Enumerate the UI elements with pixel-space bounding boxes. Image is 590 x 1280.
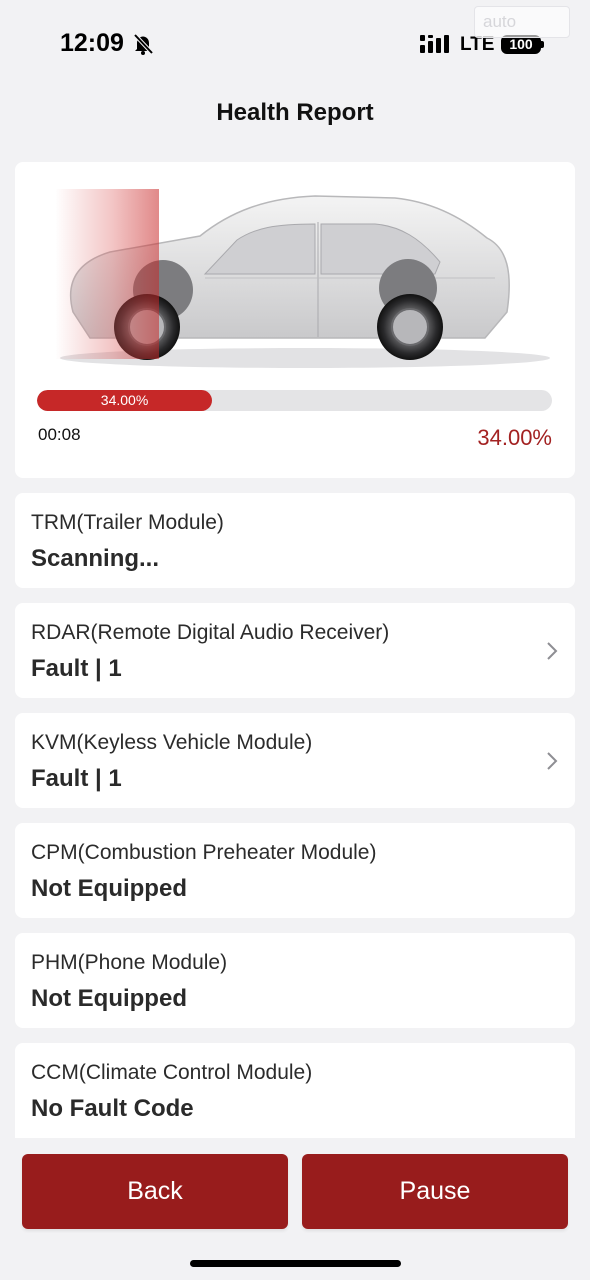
back-button[interactable]: Back	[22, 1154, 288, 1229]
watermark-logo: auto	[474, 6, 570, 38]
home-indicator[interactable]	[190, 1260, 401, 1267]
module-status: Scanning...	[31, 545, 160, 572]
module-status: No Fault Code	[31, 1095, 194, 1122]
module-card: PHM(Phone Module) Not Equipped	[15, 933, 575, 1028]
module-card: CPM(Combustion Preheater Module) Not Equ…	[15, 823, 575, 918]
module-status: Not Equipped	[31, 985, 187, 1012]
module-name: RDAR(Remote Digital Audio Receiver)	[31, 621, 390, 644]
module-name: CCM(Climate Control Module)	[31, 1061, 313, 1084]
status-bar: 12:09 LTE 100 auto	[0, 0, 590, 90]
module-name: KVM(Keyless Vehicle Module)	[31, 731, 313, 754]
scan-highlight	[55, 189, 159, 359]
scan-percent: 34.00%	[477, 425, 552, 450]
chevron-right-icon[interactable]	[545, 640, 559, 662]
signal-icon	[420, 35, 449, 53]
page-title: Health Report	[216, 99, 374, 126]
scan-progress-fill: 34.00%	[37, 390, 213, 411]
battery-tip	[541, 41, 544, 48]
pause-button[interactable]: Pause	[302, 1154, 568, 1229]
status-time: 12:09	[60, 29, 124, 57]
scan-progress-bar: 34.00%	[37, 390, 552, 411]
module-name: PHM(Phone Module)	[31, 951, 228, 974]
module-card-kvm[interactable]: KVM(Keyless Vehicle Module) Fault | 1	[15, 713, 575, 808]
module-name: TRM(Trailer Module)	[31, 511, 224, 534]
module-card-rdar[interactable]: RDAR(Remote Digital Audio Receiver) Faul…	[15, 603, 575, 698]
module-card: CCM(Climate Control Module) No Fault Cod…	[15, 1043, 575, 1138]
scan-progress-card: 34.00% 00:08 34.00%	[15, 162, 575, 478]
car-illustration	[15, 162, 575, 382]
bottom-action-bar: Back Pause	[0, 1138, 590, 1280]
module-status: Fault | 1	[31, 655, 122, 682]
elapsed-time: 00:08	[38, 425, 81, 444]
bell-off-icon	[133, 33, 154, 55]
module-status: Fault | 1	[31, 765, 122, 792]
module-card: TRM(Trailer Module) Scanning...	[15, 493, 575, 588]
module-name: CPM(Combustion Preheater Module)	[31, 841, 377, 864]
chevron-right-icon[interactable]	[545, 750, 559, 772]
module-status: Not Equipped	[31, 875, 187, 902]
